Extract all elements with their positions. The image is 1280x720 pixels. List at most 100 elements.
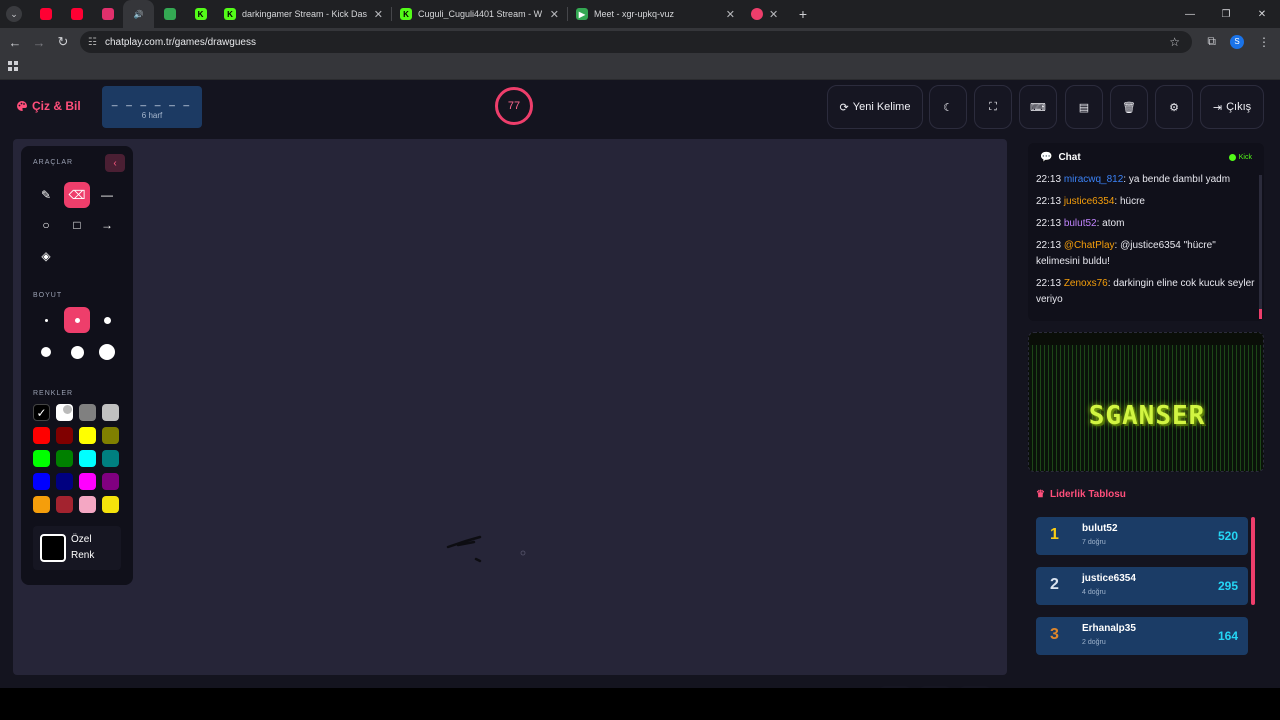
color-swatch[interactable] — [102, 496, 119, 513]
close-tab-icon[interactable]: ✕ — [550, 8, 559, 21]
message-user[interactable]: @ChatPlay — [1064, 240, 1115, 251]
fullscreen-button[interactable]: ⛶ — [974, 85, 1012, 129]
message-user[interactable]: bulut52 — [1064, 218, 1097, 229]
color-swatch[interactable] — [33, 496, 50, 513]
color-swatch[interactable] — [33, 473, 50, 490]
browser-tab-strip: ⌄ 🔊 K K darkingamer Stream - Kick Das ✕ K… — [0, 0, 1280, 28]
arrow-tool[interactable]: → — [94, 212, 120, 238]
leaderboard-title-text: Liderlik Tablosu — [1049, 489, 1126, 500]
brand-logo[interactable]: Çiz & Bil — [16, 99, 81, 113]
player-score: 164 — [1217, 629, 1238, 643]
clear-button[interactable]: 🗑 — [1110, 85, 1148, 129]
close-tab-icon[interactable]: ✕ — [374, 8, 383, 21]
correct-count: 2 doğru — [1082, 639, 1106, 646]
circle-tool[interactable]: ○ — [33, 212, 59, 238]
size-option-6[interactable] — [94, 339, 120, 365]
player-name: Erhanalp35 — [1082, 623, 1136, 634]
color-swatch[interactable] — [79, 473, 96, 490]
exit-button[interactable]: ⇥ Çıkış — [1200, 85, 1264, 129]
chat-messages[interactable]: 22:13 miracwq_812: ya bende dambıl yadm 2… — [1036, 172, 1256, 314]
browser-tab[interactable]: K darkingamer Stream - Kick Das ✕ — [216, 0, 391, 28]
chat-scroll-thumb[interactable] — [1259, 309, 1262, 319]
color-swatch[interactable] — [56, 404, 73, 421]
message-user[interactable]: justice6354 — [1064, 196, 1115, 207]
dark-mode-button[interactable]: ☾ — [929, 85, 967, 129]
extensions-icon[interactable]: ⧉ — [1207, 34, 1216, 49]
drawing-canvas[interactable]: ↺ ↻ 🗑 — [13, 139, 1007, 718]
expand-icon: ⛶ — [989, 100, 997, 113]
brush-tool[interactable]: ✎ — [33, 182, 59, 208]
close-window-icon[interactable]: ✕ — [1244, 9, 1280, 20]
back-icon[interactable]: ← — [3, 35, 27, 50]
pinned-tab[interactable]: K — [185, 0, 216, 28]
color-swatch[interactable] — [79, 450, 96, 467]
pinned-tab[interactable] — [30, 0, 61, 28]
status-dot-icon — [1228, 154, 1236, 161]
eraser-tool[interactable]: ⌫ — [64, 182, 90, 208]
profile-avatar[interactable]: S — [1230, 34, 1244, 49]
palette-icon — [17, 101, 27, 111]
pinned-tab[interactable] — [154, 0, 185, 28]
pinned-tab[interactable] — [61, 0, 92, 28]
message-user[interactable]: Zenoxs76 — [1064, 278, 1108, 289]
minimize-icon[interactable]: — — [1172, 9, 1208, 20]
chat-scrollbar[interactable] — [1259, 175, 1262, 315]
tab-search-icon[interactable]: ⌄ — [6, 6, 22, 22]
pinned-tab[interactable]: 🔊 — [123, 0, 154, 28]
size-option-3[interactable] — [94, 307, 120, 333]
square-icon: □ — [73, 218, 81, 232]
tab-title: Cuguli_Cuguli4401 Stream - W — [418, 9, 543, 19]
custom-color-button[interactable]: Özel Renk — [33, 526, 121, 570]
reload-icon[interactable]: ↻ — [51, 34, 75, 50]
archive-button[interactable]: ▤ — [1065, 85, 1103, 129]
color-swatch[interactable] — [102, 427, 119, 444]
browser-tab-active[interactable]: ✕ — [743, 0, 787, 28]
close-tab-icon[interactable]: ✕ — [726, 8, 735, 21]
color-swatch[interactable] — [33, 427, 50, 444]
color-swatch[interactable] — [79, 427, 96, 444]
youtube-music-icon — [39, 8, 52, 20]
color-swatch[interactable] — [79, 496, 96, 513]
restore-icon[interactable]: ❐ — [1208, 9, 1244, 20]
size-option-2[interactable] — [64, 307, 90, 333]
new-tab-button[interactable]: + — [791, 6, 815, 22]
browser-menu-icon[interactable]: ⋮ — [1258, 35, 1270, 49]
color-swatch[interactable] — [102, 450, 119, 467]
color-swatch[interactable] — [102, 473, 119, 490]
browser-tab[interactable]: ▶ Meet - xgr-upkq-vuz ✕ — [568, 0, 743, 28]
size-option-1[interactable] — [33, 307, 59, 333]
color-swatch[interactable] — [56, 427, 73, 444]
browser-tab[interactable]: K Cuguli_Cuguli4401 Stream - W ✕ — [392, 0, 567, 28]
kick-icon: K — [400, 8, 412, 20]
message-user[interactable]: miracwq_812 — [1064, 174, 1123, 185]
leaderboard-row: 2 justice6354 4 doğru 295 — [1036, 567, 1248, 605]
rectangle-tool[interactable]: □ — [64, 212, 90, 238]
pinned-tab[interactable] — [92, 0, 123, 28]
keyboard-button[interactable]: ⌨ — [1019, 85, 1057, 129]
settings-button[interactable]: ⚙ — [1155, 85, 1193, 129]
leaderboard-scroll-thumb[interactable] — [1251, 517, 1255, 605]
omnibox[interactable]: ☷ chatplay.com.tr/games/drawguess ☆ — [80, 31, 1192, 53]
color-swatch[interactable]: ✓ — [33, 404, 50, 421]
color-swatch[interactable] — [79, 404, 96, 421]
rank-number: 3 — [1050, 626, 1059, 643]
color-swatch[interactable] — [56, 450, 73, 467]
size-option-4[interactable] — [33, 339, 59, 365]
color-swatch[interactable] — [56, 473, 73, 490]
chat-message: 22:13 Zenoxs76: darkingin eline cok kucu… — [1036, 276, 1256, 308]
site-info-icon[interactable]: ☷ — [88, 37, 97, 48]
forward-icon[interactable]: → — [27, 35, 51, 50]
close-tab-icon[interactable]: ✕ — [769, 8, 778, 21]
apps-grid-icon[interactable] — [8, 61, 18, 71]
url-text: chatplay.com.tr/games/drawguess — [104, 36, 256, 48]
collapse-panel-button[interactable]: ‹ — [105, 154, 125, 172]
size-option-5[interactable] — [64, 339, 90, 365]
fill-tool[interactable]: ◈ — [33, 243, 59, 269]
line-tool[interactable]: — — [94, 182, 120, 208]
color-swatch[interactable] — [102, 404, 119, 421]
leaderboard-row: 3 Erhanalp35 2 doğru 164 — [1036, 617, 1248, 655]
color-swatch[interactable] — [33, 450, 50, 467]
color-swatch[interactable] — [56, 496, 73, 513]
bookmark-star-icon[interactable]: ☆ — [1169, 35, 1180, 49]
new-word-button[interactable]: ⟳ Yeni Kelime — [827, 85, 923, 129]
